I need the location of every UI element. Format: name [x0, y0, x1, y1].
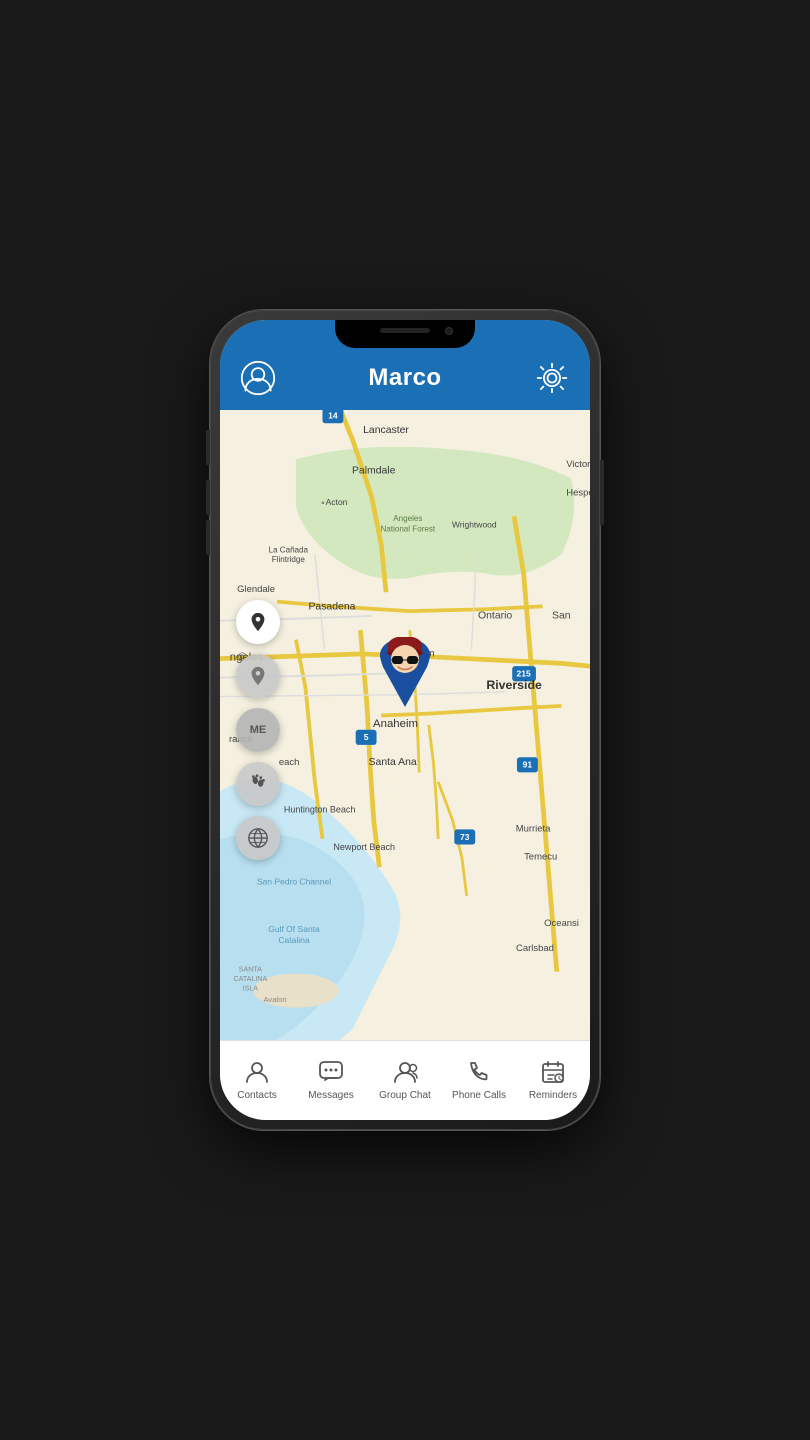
svg-text:Glendale: Glendale	[237, 584, 275, 595]
svg-text:73: 73	[460, 832, 470, 842]
phone-frame: Marco	[210, 310, 600, 1130]
svg-text:Avalon: Avalon	[264, 995, 287, 1004]
location-pin-button-2[interactable]	[236, 654, 280, 698]
phone-screen: Marco	[220, 320, 590, 1120]
tab-phone-calls[interactable]: Phone Calls	[442, 1041, 516, 1110]
contacts-icon	[243, 1058, 271, 1086]
svg-text:Newport Beach: Newport Beach	[333, 842, 395, 852]
location-pin-button-1[interactable]	[236, 600, 280, 644]
map-area[interactable]: 14 5 215 91 73 Lancaster Palmdale	[220, 410, 590, 1040]
footprint-button[interactable]	[236, 762, 280, 806]
me-pin-button[interactable]: ME	[236, 708, 280, 752]
profile-icon[interactable]	[240, 360, 276, 396]
svg-text:each: each	[279, 757, 300, 768]
tab-bar: Contacts Messages	[220, 1040, 590, 1120]
svg-text:5: 5	[364, 732, 369, 742]
svg-text:Lancaster: Lancaster	[363, 425, 409, 436]
map-controls: ME	[236, 600, 280, 860]
settings-icon[interactable]	[534, 360, 570, 396]
pin-svg	[375, 637, 435, 712]
svg-text:Wrightwood: Wrightwood	[452, 520, 497, 530]
group-chat-label: Group Chat	[379, 1090, 431, 1101]
speaker	[380, 328, 430, 333]
svg-text:Murrieta: Murrieta	[516, 823, 551, 834]
svg-text:Hespe: Hespe	[566, 487, 590, 498]
app-screen: Marco	[220, 320, 590, 1120]
svg-text:Anaheim: Anaheim	[373, 718, 418, 730]
svg-text:Ontario: Ontario	[478, 611, 512, 622]
svg-text:Carlsbad: Carlsbad	[516, 943, 554, 954]
svg-text:San: San	[552, 611, 571, 622]
svg-text:Catalina: Catalina	[278, 935, 310, 945]
tab-messages[interactable]: Messages	[294, 1041, 368, 1110]
reminders-label: Reminders	[529, 1090, 577, 1101]
svg-text:Riverside: Riverside	[486, 678, 542, 692]
svg-text:∘Acton: ∘Acton	[320, 497, 347, 507]
svg-text:Oceansi: Oceansi	[544, 918, 579, 929]
group-chat-icon	[391, 1058, 419, 1086]
svg-text:SANTA: SANTA	[239, 966, 262, 974]
svg-text:ISLA: ISLA	[243, 985, 259, 993]
notch	[335, 320, 475, 348]
svg-text:Angeles: Angeles	[393, 514, 422, 523]
tab-group-chat[interactable]: Group Chat	[368, 1041, 442, 1110]
camera	[445, 327, 453, 335]
svg-text:14: 14	[328, 411, 338, 421]
svg-text:San Pedro Channel: San Pedro Channel	[257, 876, 331, 886]
svg-text:Victor: Victor	[566, 459, 590, 470]
svg-text:Pasadena: Pasadena	[308, 601, 355, 612]
svg-text:Temecu: Temecu	[524, 852, 557, 863]
reminders-icon	[539, 1058, 567, 1086]
globe-button[interactable]	[236, 816, 280, 860]
phone-calls-label: Phone Calls	[452, 1090, 506, 1101]
svg-text:La Cañada: La Cañada	[269, 545, 309, 554]
messages-label: Messages	[308, 1090, 354, 1101]
svg-text:Gulf Of Santa: Gulf Of Santa	[268, 924, 320, 934]
svg-text:Huntington Beach: Huntington Beach	[284, 804, 356, 814]
tab-reminders[interactable]: Reminders	[516, 1041, 590, 1110]
svg-text:CATALINA: CATALINA	[233, 975, 267, 983]
messages-icon	[317, 1058, 345, 1086]
svg-text:National Forest: National Forest	[381, 524, 436, 533]
svg-text:91: 91	[523, 760, 533, 770]
svg-text:Flintridge: Flintridge	[272, 555, 306, 564]
contacts-label: Contacts	[237, 1090, 276, 1101]
phone-calls-icon	[465, 1058, 493, 1086]
tab-contacts[interactable]: Contacts	[220, 1041, 294, 1110]
svg-text:Palmdale: Palmdale	[352, 466, 396, 477]
svg-text:Santa Ana: Santa Ana	[369, 757, 417, 768]
user-location-pin[interactable]	[375, 637, 435, 712]
app-title: Marco	[368, 364, 441, 392]
